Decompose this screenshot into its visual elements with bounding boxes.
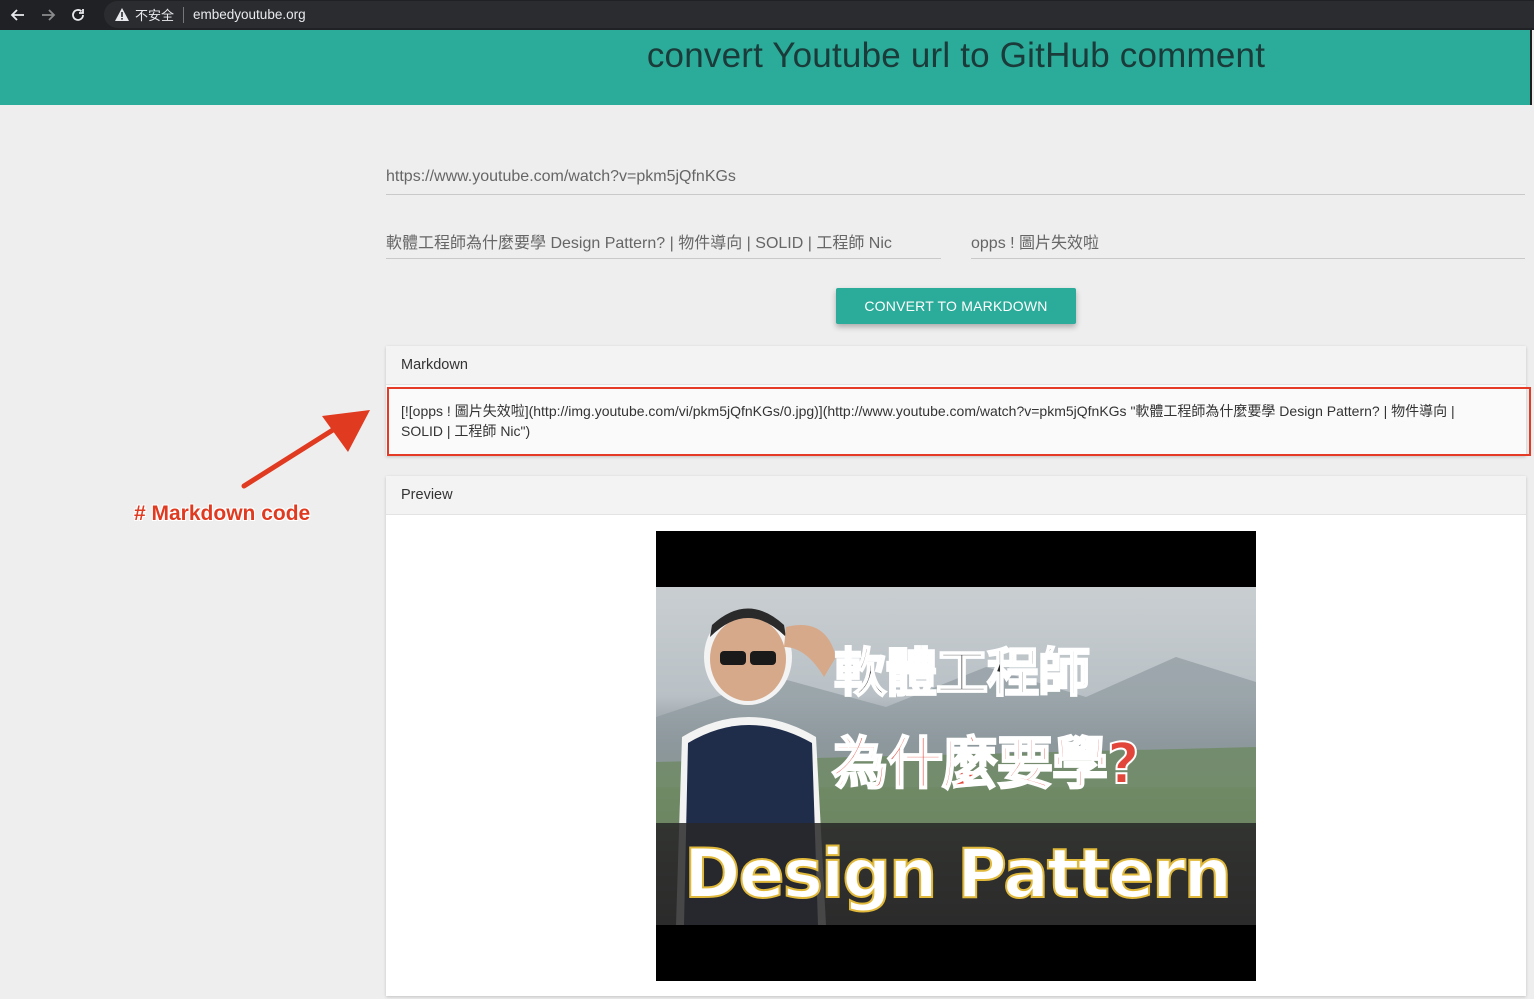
video-title-field[interactable] [386,224,941,259]
thumbnail-title-line1: 軟體工程師 [833,643,1091,705]
youtube-url-input[interactable] [386,160,1525,194]
arrow-left-icon [10,9,24,21]
annotation-arrow-icon [241,410,370,489]
warning-icon[interactable] [114,7,130,23]
alt-text-field[interactable] [971,224,1525,259]
security-label[interactable]: 不安全 [135,5,174,24]
url-text[interactable]: embedyoutube.org [193,7,306,22]
reload-icon [72,9,84,21]
markdown-highlight-box [387,387,1531,456]
video-thumbnail[interactable]: 軟體工程師 為什麼要學? Design Pattern [656,531,1256,981]
back-button[interactable] [3,0,33,30]
preview-panel: Preview 軟體工程師 為什麼要學? Design Pattern [386,476,1526,996]
reload-button[interactable] [63,0,93,30]
forward-button[interactable] [33,0,63,30]
scrollbar-edge [1530,30,1532,105]
youtube-url-field[interactable] [386,160,1525,195]
markdown-heading: Markdown [386,346,1526,385]
annotation-label: # Markdown code [134,502,311,525]
arrow-right-icon [42,9,56,21]
page-title: convert Youtube url to GitHub comment [646,36,1266,75]
divider [183,6,185,23]
preview-heading: Preview [386,476,1526,515]
address-bar[interactable]: 不安全 embedyoutube.org [104,1,1534,28]
alt-text-input[interactable] [971,224,1525,258]
thumbnail-scene: 軟體工程師 為什麼要學? Design Pattern [656,587,1256,925]
thumbnail-title-line3: Design Pattern [683,834,1233,915]
convert-to-markdown-button[interactable]: CONVERT TO MARKDOWN [836,288,1076,324]
video-title-input[interactable] [386,224,941,258]
thumbnail-title-line2: 為什麼要學? [831,731,1140,798]
browser-toolbar: 不安全 embedyoutube.org [0,0,1534,30]
page-header: convert Youtube url to GitHub comment [0,30,1532,105]
